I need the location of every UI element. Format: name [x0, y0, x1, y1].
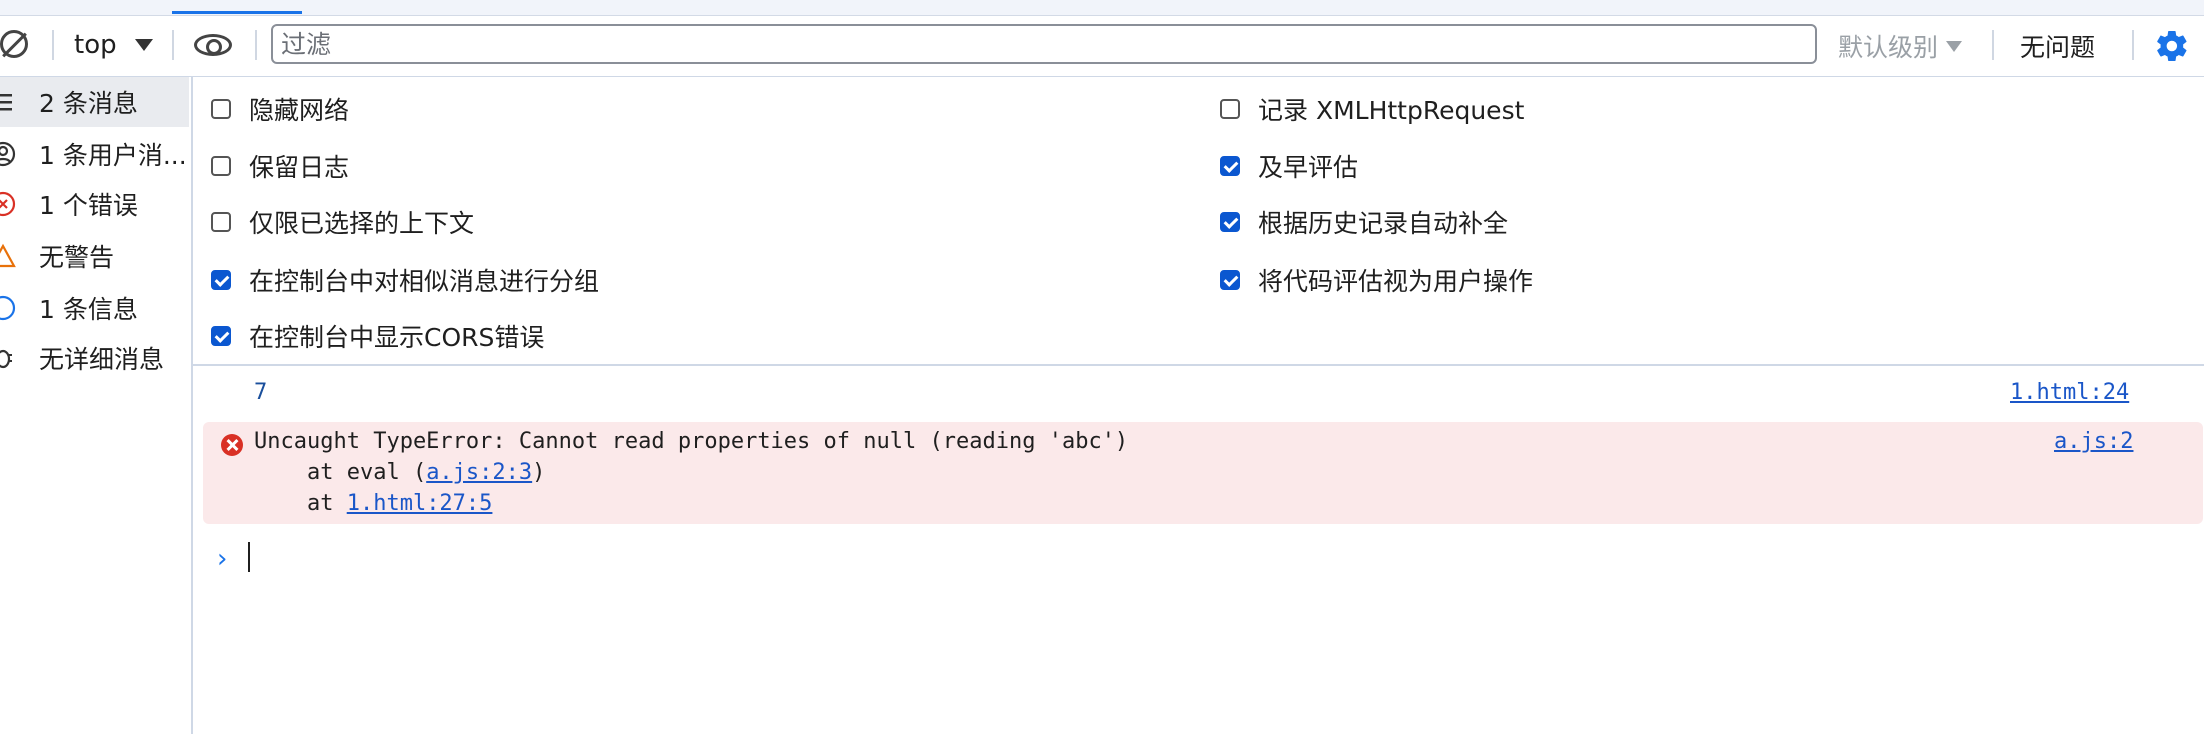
option-selected-context-only[interactable]: 仅限已选择的上下文 — [211, 204, 474, 240]
gear-icon[interactable] — [2154, 28, 2190, 64]
console-input-cursor[interactable] — [248, 542, 250, 572]
option-label: 记录 XMLHttpRequest — [1258, 96, 1525, 125]
context-selector[interactable]: top — [74, 26, 153, 64]
list-icon — [0, 94, 12, 111]
sidebar-item-label: 1 条信息 — [39, 295, 138, 324]
toolbar-divider — [255, 30, 257, 60]
stack-frame-suffix: ) — [532, 460, 546, 485]
option-show-cors-errors[interactable]: 在控制台中显示CORS错误 — [211, 318, 544, 354]
tab-strip — [0, 0, 2204, 16]
sidebar-item-info[interactable]: 1 条信息 — [0, 283, 189, 333]
chevron-down-icon — [134, 39, 153, 51]
option-label: 及早评估 — [1258, 153, 1359, 182]
checkbox[interactable] — [211, 212, 231, 232]
sidebar-item-messages[interactable]: 2 条消息 — [0, 77, 189, 127]
context-label: top — [74, 30, 117, 60]
stack-frame-prefix: at — [254, 491, 347, 516]
clear-console-icon[interactable] — [0, 30, 28, 58]
checkbox[interactable] — [1220, 212, 1240, 232]
error-message: Uncaught TypeError: Cannot read properti… — [203, 422, 2203, 524]
checkbox[interactable] — [211, 156, 231, 176]
option-autocomplete-history[interactable]: 根据历史记录自动补全 — [1220, 204, 1508, 240]
log-levels-dropdown[interactable]: 默认级别 — [1838, 28, 1963, 64]
option-label: 在控制台中对相似消息进行分组 — [249, 267, 600, 296]
sidebar-item-label: 1 个错误 — [39, 191, 138, 220]
sidebar-item-label: 无警告 — [39, 243, 115, 272]
toolbar-divider — [2132, 30, 2134, 60]
info-icon — [0, 295, 16, 321]
option-label: 根据历史记录自动补全 — [1258, 209, 1509, 238]
stack-frame: at 1.html:27:5 — [254, 491, 492, 516]
option-group-similar[interactable]: 在控制台中对相似消息进行分组 — [211, 262, 599, 298]
option-label: 将代码评估视为用户操作 — [1258, 267, 1534, 296]
checkbox[interactable] — [1220, 270, 1240, 290]
message-sidebar: 2 条消息 1 条用户消... 1 个错误 无警告 1 条信息 无详细消息 — [0, 77, 193, 734]
user-icon — [0, 141, 16, 167]
chevron-down-icon — [1946, 40, 1963, 52]
option-hide-network[interactable]: 隐藏网络 — [211, 91, 349, 127]
sidebar-item-errors[interactable]: 1 个错误 — [0, 179, 189, 229]
sidebar-item-verbose[interactable]: 无详细消息 — [0, 333, 189, 383]
option-preserve-log[interactable]: 保留日志 — [211, 148, 349, 184]
console-settings-pane: 隐藏网络 保留日志 仅限已选择的上下文 在控制台中对相似消息进行分组 在控制台中… — [193, 77, 2204, 366]
levels-label: 默认级别 — [1838, 33, 1939, 62]
option-treat-eval-as-user-action[interactable]: 将代码评估视为用户操作 — [1220, 262, 1533, 298]
filter-input[interactable] — [271, 24, 1817, 64]
log-message-value: 7 — [254, 380, 268, 405]
sidebar-item-user-messages[interactable]: 1 条用户消... — [0, 129, 189, 179]
console-toolbar: top 默认级别 无问题 — [0, 16, 2204, 77]
sidebar-item-warnings[interactable]: 无警告 — [0, 231, 189, 281]
checkbox[interactable] — [211, 326, 231, 346]
eye-icon[interactable] — [194, 34, 232, 56]
active-tab-indicator — [172, 11, 302, 14]
error-source-link[interactable]: a.js:2 — [2054, 429, 2133, 454]
option-eager-evaluation[interactable]: 及早评估 — [1220, 148, 1358, 184]
toolbar-divider — [172, 30, 174, 60]
sidebar-item-label: 2 条消息 — [39, 89, 138, 118]
log-source-link[interactable]: 1.html:24 — [2010, 380, 2129, 405]
option-label: 保留日志 — [249, 153, 350, 182]
issues-button[interactable]: 无问题 — [2020, 28, 2095, 64]
checkbox[interactable] — [1220, 156, 1240, 176]
sidebar-item-label: 无详细消息 — [39, 345, 165, 374]
option-label: 在控制台中显示CORS错误 — [249, 323, 545, 352]
stack-frame-prefix: at eval ( — [254, 460, 427, 485]
stack-frame: at eval (a.js:2:3) — [254, 460, 545, 485]
error-icon — [0, 191, 16, 217]
toolbar-divider — [1992, 30, 1994, 60]
option-label: 仅限已选择的上下文 — [249, 209, 475, 238]
checkbox[interactable] — [211, 270, 231, 290]
checkbox[interactable] — [211, 99, 231, 119]
sidebar-item-label: 1 条用户消... — [39, 141, 187, 170]
bug-icon — [0, 349, 12, 369]
warning-icon — [0, 243, 16, 268]
chevron-right-icon: › — [217, 544, 228, 574]
error-text: Uncaught TypeError: Cannot read properti… — [254, 429, 1129, 454]
option-log-xhr[interactable]: 记录 XMLHttpRequest — [1220, 91, 1524, 127]
error-icon — [221, 434, 243, 456]
stack-frame-link[interactable]: a.js:2:3 — [426, 460, 532, 485]
stack-frame-link[interactable]: 1.html:27:5 — [347, 491, 493, 516]
checkbox[interactable] — [1220, 99, 1240, 119]
option-label: 隐藏网络 — [249, 96, 350, 125]
toolbar-divider — [52, 30, 54, 60]
